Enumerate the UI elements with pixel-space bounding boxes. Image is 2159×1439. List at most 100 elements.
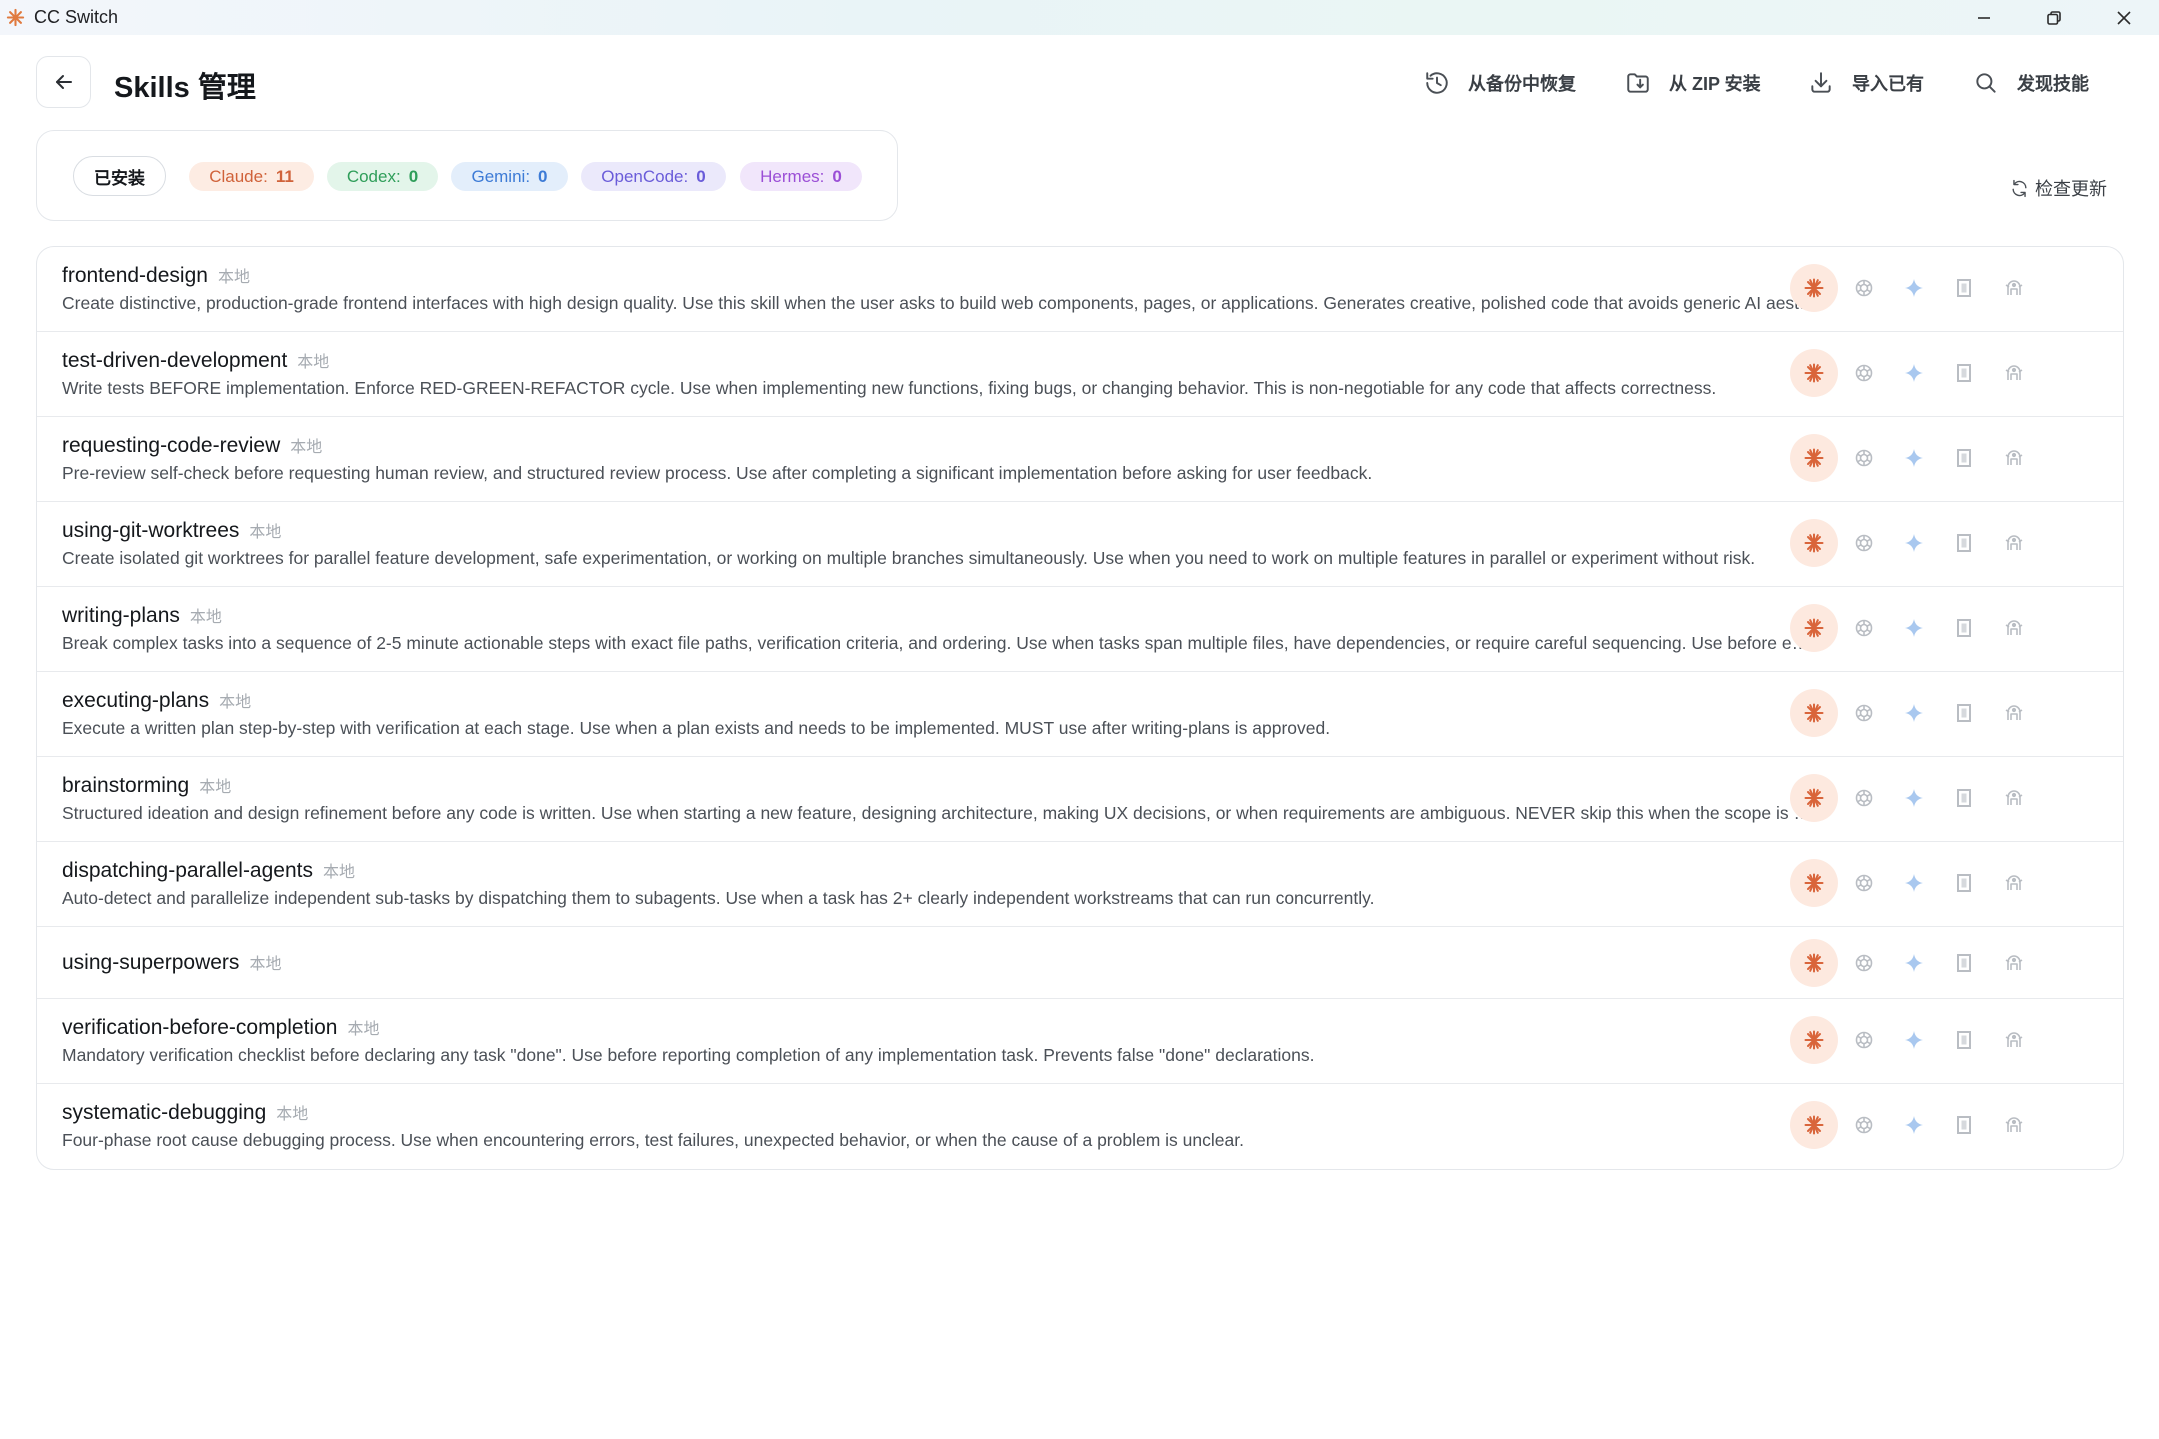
install-zip-button[interactable]: 从 ZIP 安装 — [1625, 66, 1761, 100]
gemini-toggle[interactable] — [1890, 774, 1938, 822]
hermes-icon — [2005, 875, 2023, 890]
codex-toggle[interactable] — [1840, 434, 1888, 482]
hermes-toggle[interactable] — [1990, 689, 2038, 737]
discover-skills-button[interactable]: 发现技能 — [1973, 66, 2089, 100]
gemini-toggle[interactable] — [1890, 939, 1938, 987]
claude-toggle[interactable] — [1790, 939, 1838, 987]
opencode-count-chip[interactable]: OpenCode: 0 — [581, 162, 726, 191]
claude-toggle[interactable] — [1790, 604, 1838, 652]
gemini-icon — [1905, 789, 1923, 807]
codex-toggle[interactable] — [1840, 774, 1888, 822]
chip-count: 11 — [275, 166, 294, 186]
hermes-toggle[interactable] — [1990, 1016, 2038, 1064]
skill-description: Mandatory verification checklist before … — [62, 1045, 1315, 1065]
skill-row: using-superpowers 本地 — [37, 927, 2123, 999]
skill-row: executing-plans 本地 Execute a written plan… — [37, 672, 2123, 757]
gemini-count-chip[interactable]: Gemini: 0 — [451, 162, 568, 191]
claude-toggle[interactable] — [1790, 519, 1838, 567]
codex-toggle[interactable] — [1840, 689, 1888, 737]
hermes-toggle[interactable] — [1990, 604, 2038, 652]
openai-icon — [1855, 619, 1873, 637]
opencode-toggle[interactable] — [1940, 1101, 1988, 1149]
skill-name-line: dispatching-parallel-agents 本地 — [62, 858, 355, 883]
claude-toggle[interactable] — [1790, 1016, 1838, 1064]
hermes-toggle[interactable] — [1990, 434, 2038, 482]
opencode-toggle[interactable] — [1940, 689, 1988, 737]
opencode-toggle[interactable] — [1940, 604, 1988, 652]
hermes-count-chip[interactable]: Hermes: 0 — [740, 162, 862, 191]
opencode-toggle[interactable] — [1940, 774, 1988, 822]
skill-description: Structured ideation and design refinemen… — [62, 803, 1817, 823]
claude-toggle[interactable] — [1790, 434, 1838, 482]
claude-toggle[interactable] — [1790, 774, 1838, 822]
codex-toggle[interactable] — [1840, 939, 1888, 987]
claude-icon — [1804, 618, 1824, 638]
hermes-toggle[interactable] — [1990, 349, 2038, 397]
codex-toggle[interactable] — [1840, 859, 1888, 907]
chip-label: Claude: — [209, 166, 268, 186]
codex-count-chip[interactable]: Codex: 0 — [327, 162, 438, 191]
claude-toggle[interactable] — [1790, 349, 1838, 397]
codex-toggle[interactable] — [1840, 349, 1888, 397]
claude-icon — [1804, 788, 1824, 808]
gemini-toggle[interactable] — [1890, 264, 1938, 312]
restore-button[interactable] — [2019, 0, 2089, 35]
discover-skills-label: 发现技能 — [2017, 74, 2089, 94]
hermes-toggle[interactable] — [1990, 264, 2038, 312]
claude-toggle[interactable] — [1790, 1101, 1838, 1149]
hermes-icon — [2005, 790, 2023, 805]
minimize-button[interactable] — [1949, 0, 2019, 35]
gemini-icon — [1905, 704, 1923, 722]
codex-toggle[interactable] — [1840, 1016, 1888, 1064]
gemini-toggle[interactable] — [1890, 1101, 1938, 1149]
claude-toggle[interactable] — [1790, 689, 1838, 737]
skill-source-tag: 本地 — [290, 439, 323, 456]
gemini-toggle[interactable] — [1890, 434, 1938, 482]
close-button[interactable] — [2089, 0, 2159, 35]
opencode-toggle[interactable] — [1940, 859, 1988, 907]
hermes-toggle[interactable] — [1990, 519, 2038, 567]
back-button[interactable] — [36, 56, 91, 108]
claude-count-chip[interactable]: Claude: 11 — [189, 162, 314, 191]
opencode-icon — [1957, 534, 1971, 552]
opencode-toggle[interactable] — [1940, 1016, 1988, 1064]
codex-toggle[interactable] — [1840, 604, 1888, 652]
opencode-toggle[interactable] — [1940, 519, 1988, 567]
skill-source-tag: 本地 — [189, 609, 222, 626]
opencode-icon — [1957, 619, 1971, 637]
skill-name: systematic-debugging — [62, 1101, 267, 1124]
hermes-toggle[interactable] — [1990, 774, 2038, 822]
gemini-toggle[interactable] — [1890, 1016, 1938, 1064]
installed-filter-chip[interactable]: 已安装 — [73, 156, 166, 196]
gemini-toggle[interactable] — [1890, 519, 1938, 567]
skill-row: requesting-code-review 本地 Pre-review self… — [37, 417, 2123, 502]
hermes-toggle[interactable] — [1990, 939, 2038, 987]
import-existing-button[interactable]: 导入已有 — [1808, 66, 1924, 100]
hermes-toggle[interactable] — [1990, 859, 2038, 907]
hermes-toggle[interactable] — [1990, 1101, 2038, 1149]
opencode-toggle[interactable] — [1940, 939, 1988, 987]
skill-name: executing-plans — [62, 689, 210, 712]
opencode-toggle[interactable] — [1940, 264, 1988, 312]
gemini-toggle[interactable] — [1890, 859, 1938, 907]
claude-toggle[interactable] — [1790, 859, 1838, 907]
opencode-toggle[interactable] — [1940, 349, 1988, 397]
skill-source-tag: 本地 — [199, 779, 232, 796]
skill-name-line: using-git-worktrees 本地 — [62, 518, 281, 543]
gemini-toggle[interactable] — [1890, 604, 1938, 652]
check-updates-button[interactable]: 检查更新 — [2010, 175, 2107, 201]
codex-toggle[interactable] — [1840, 1101, 1888, 1149]
hermes-icon — [2005, 450, 2023, 465]
opencode-toggle[interactable] — [1940, 434, 1988, 482]
hermes-icon — [2005, 1117, 2023, 1132]
app-logo-icon — [6, 8, 25, 27]
claude-toggle[interactable] — [1790, 264, 1838, 312]
codex-toggle[interactable] — [1840, 264, 1888, 312]
codex-toggle[interactable] — [1840, 519, 1888, 567]
gemini-toggle[interactable] — [1890, 689, 1938, 737]
gemini-toggle[interactable] — [1890, 349, 1938, 397]
window-titlebar: CC Switch — [0, 0, 2159, 35]
chip-label: Gemini: — [471, 166, 531, 186]
restore-backup-button[interactable]: 从备份中恢复 — [1424, 66, 1576, 100]
minimize-icon — [1978, 16, 1990, 19]
